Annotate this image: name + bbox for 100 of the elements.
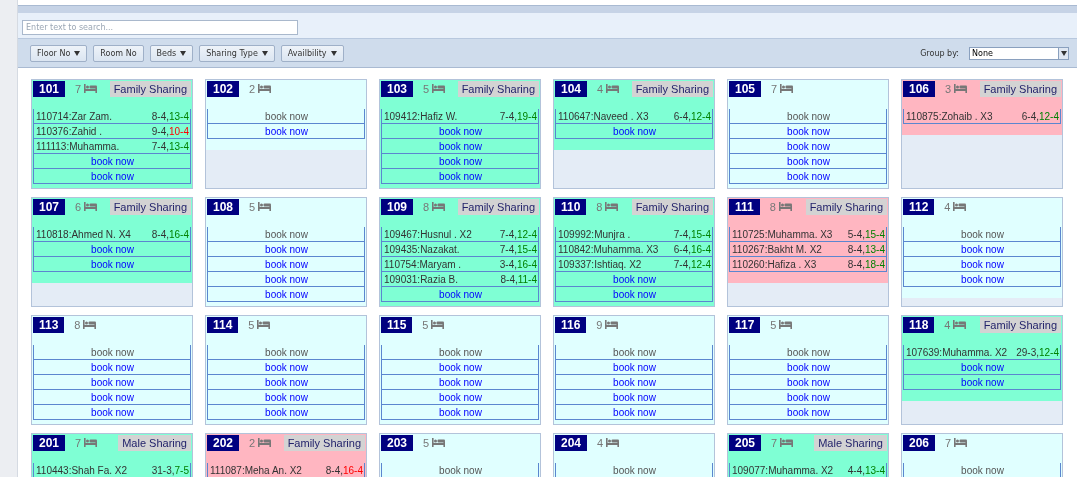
- stay-dates: 7-4,15-4: [499, 243, 537, 255]
- bed-count: 5: [423, 436, 430, 449]
- bed-icon: [954, 438, 968, 447]
- booking-row[interactable]: 109077:Muhamma. X2 4-4,13-4: [729, 463, 887, 477]
- guest-name: 111113:Muhamma.: [36, 140, 120, 152]
- guest-name: 109435:Nazakat.: [384, 243, 460, 255]
- sharing-tag: Family Sharing: [457, 198, 539, 215]
- guest-name: 110647:Naveed . X3: [558, 110, 649, 122]
- guest-name: 110443:Shah Fa. X2: [36, 464, 127, 476]
- filter-button[interactable]: Beds: [149, 44, 194, 62]
- caret-icon: [330, 50, 337, 56]
- booking-row[interactable]: 110754:Maryam . 3-4,16-4: [381, 257, 539, 272]
- booking-row[interactable]: 110714:Zar Zam. 8-4,13-4: [33, 109, 191, 124]
- guest-name: 110714:Zar Zam.: [36, 110, 112, 122]
- room-number: 103: [381, 80, 414, 97]
- bed-count: 5: [422, 318, 429, 331]
- stay-dates: 8-4,18-4: [847, 258, 885, 270]
- sharing-tag: Family Sharing: [631, 80, 713, 97]
- bed-icon: [84, 438, 98, 447]
- booking-row[interactable]: 107639:Muhamma. X2 29-3,12-4: [903, 345, 1061, 360]
- caret-icon: [74, 50, 81, 56]
- booking-row[interactable]: 110725:Muhamma. X3 5-4,15-4: [729, 227, 887, 242]
- bed-count: 4: [597, 82, 604, 95]
- room-number: 107: [33, 198, 66, 215]
- bed-count: 2: [249, 82, 256, 95]
- bed-count: 5: [770, 318, 777, 331]
- caret-icon: [1060, 50, 1067, 56]
- bed-icon: [258, 84, 272, 93]
- room-number: 104: [555, 80, 588, 97]
- bed-count: 8: [74, 318, 81, 331]
- booking-row[interactable]: 110267:Bakht M. X2 8-4,13-4: [729, 242, 887, 257]
- stay-dates: 29-3,12-4: [1016, 346, 1059, 358]
- room-number: 110: [555, 198, 587, 215]
- room-number: 111: [729, 198, 760, 215]
- sharing-tag: Male Sharing: [118, 434, 191, 451]
- bed-icon: [432, 438, 446, 447]
- booking-row[interactable]: 109337:Ishtiaq. X2 7-4,12-4: [555, 257, 713, 272]
- filter-button[interactable]: Floor No: [30, 44, 88, 62]
- stay-dates: 8-4,16-4: [151, 228, 189, 240]
- group-by-select[interactable]: None: [969, 46, 1069, 60]
- guest-name: 109337:Ishtiaq. X2: [558, 258, 642, 270]
- bed-icon: [779, 320, 793, 329]
- booking-row[interactable]: 110818:Ahmed N. X4 8-4,16-4: [33, 227, 191, 242]
- sharing-tag: Family Sharing: [631, 198, 713, 215]
- bed-icon: [431, 320, 445, 329]
- booking-row[interactable]: 110376:Zahid . 9-4,10-4: [33, 124, 191, 139]
- bed-icon: [954, 84, 968, 93]
- guest-name: 111087:Meha An. X2: [210, 464, 302, 476]
- stay-dates: 7-4,12-4: [673, 258, 711, 270]
- booking-row[interactable]: 110842:Muhamma. X3 6-4,16-4: [555, 242, 713, 257]
- booking-row[interactable]: 109031:Razia B. 8-4,11-4: [381, 272, 539, 287]
- stay-dates: 5-4,15-4: [847, 228, 885, 240]
- booking-row[interactable]: 109992:Munjra . 7-4,15-4: [555, 227, 713, 242]
- stay-dates: 6-4,16-4: [673, 243, 711, 255]
- booking-row[interactable]: 109435:Nazakat. 7-4,15-4: [381, 242, 539, 257]
- booking-row[interactable]: 110443:Shah Fa. X2 31-3,7-5: [33, 463, 191, 477]
- guest-name: 110875:Zohaib . X3: [906, 110, 993, 122]
- booking-row[interactable]: 111113:Muhamma. 7-4,13-4: [33, 139, 191, 154]
- room-number: 206: [903, 434, 936, 451]
- booking-row[interactable]: 110647:Naveed . X3 6-4,12-4: [555, 109, 713, 124]
- sharing-tag: Family Sharing: [805, 198, 887, 215]
- caret-icon: [180, 50, 187, 56]
- sharing-tag: Family Sharing: [109, 80, 191, 97]
- booking-row[interactable]: 110260:Hafiza . X3 8-4,18-4: [729, 257, 887, 272]
- filter-button[interactable]: Availbility: [280, 44, 344, 62]
- bed-icon: [257, 320, 271, 329]
- guest-name: 110267:Bakht M. X2: [732, 243, 822, 255]
- stay-dates: 7-4,13-4: [151, 140, 189, 152]
- guest-name: 109467:Husnul . X2: [384, 228, 472, 240]
- room-number: 109: [381, 198, 414, 215]
- bed-icon: [606, 84, 620, 93]
- booking-row[interactable]: 109467:Husnul . X2 7-4,12-4: [381, 227, 539, 242]
- sharing-tag: Family Sharing: [457, 80, 539, 97]
- guest-name: 110376:Zahid .: [36, 125, 102, 137]
- booking-row[interactable]: 110875:Zohaib . X3 6-4,12-4: [903, 109, 1061, 124]
- room-number: 105: [729, 80, 762, 97]
- booking-row[interactable]: 109412:Hafiz W. 7-4,19-4: [381, 109, 539, 124]
- room-number: 205: [729, 434, 762, 451]
- filter-button[interactable]: Sharing Type: [199, 44, 275, 62]
- room-number: 115: [381, 316, 413, 333]
- sharing-tag: Family Sharing: [283, 434, 365, 451]
- room-number: 116: [555, 316, 587, 333]
- bed-count: 4: [944, 318, 951, 331]
- search-field[interactable]: Enter text to search...: [22, 20, 298, 35]
- stay-dates: 4-4,13-4: [847, 464, 885, 476]
- guest-name: 110725:Muhamma. X3: [732, 228, 833, 240]
- bed-count: 5: [248, 318, 255, 331]
- room-number: 108: [207, 198, 240, 215]
- caret-icon: [261, 50, 268, 56]
- bed-count: 4: [944, 200, 951, 213]
- bed-count: 3: [945, 82, 952, 95]
- bed-icon: [84, 202, 98, 211]
- booking-row[interactable]: 111087:Meha An. X2 8-4,16-4: [207, 463, 365, 477]
- filter-button[interactable]: Room No: [93, 44, 144, 62]
- bed-count: 5: [249, 200, 256, 213]
- bed-count: 7: [75, 82, 82, 95]
- bed-count: 8: [769, 200, 776, 213]
- stay-dates: 7-4,12-4: [499, 228, 537, 240]
- bed-icon: [258, 438, 272, 447]
- room-number: 106: [903, 80, 936, 97]
